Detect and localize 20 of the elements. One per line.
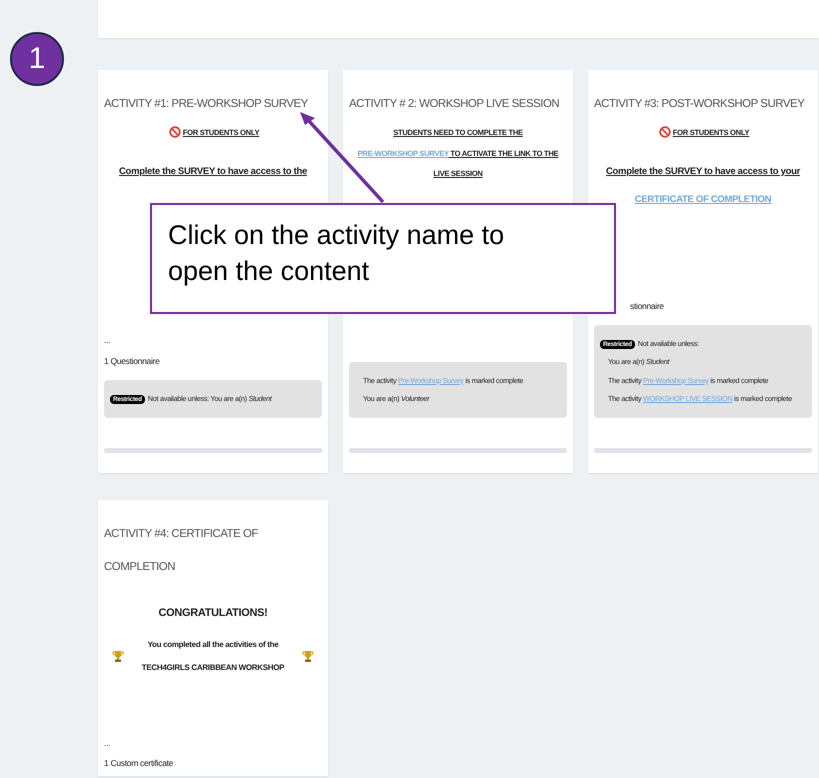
activity-title[interactable]: ACTIVITY #3: POST-WORKSHOP SURVEY [594, 88, 812, 122]
activity-info: stionnaire [629, 300, 665, 314]
prohibited-icon [658, 126, 671, 138]
activity-info: 1 Questionnaire [104, 355, 161, 368]
trophy-icon [302, 650, 314, 663]
step-number: 1 [10, 32, 64, 86]
activity-title[interactable]: ACTIVITY #4: CERTIFICATE OF COMPLETION [104, 518, 322, 585]
heading-text: CONGRATULATIONS! [158, 606, 268, 619]
heading-text: Complete the SURVEY to have access to your CERTIFICATE OF COMPLETION [606, 166, 800, 206]
callout-box: Click on the activity name to open the content [150, 203, 616, 314]
notice-text: You completed all the activities of the TECH4GIRLS CARIBBEAN WORKSHOP [140, 639, 286, 674]
heading-text: Complete the SURVEY to have access to the [119, 166, 307, 177]
trophy-icon [112, 650, 124, 663]
activity-info: ... [104, 334, 112, 347]
activity-info: 1 Custom certificate [104, 757, 174, 770]
activity-title[interactable]: ACTIVITY #1: PRE-WORKSHOP SURVEY [104, 88, 322, 122]
activity-info: ... [104, 736, 112, 750]
activity-title[interactable]: ACTIVITY # 2: WORKSHOP LIVE SESSION [349, 88, 567, 122]
link[interactable]: CERTIFICATE OF COMPLETION [634, 194, 772, 206]
prohibited-icon [168, 126, 181, 138]
